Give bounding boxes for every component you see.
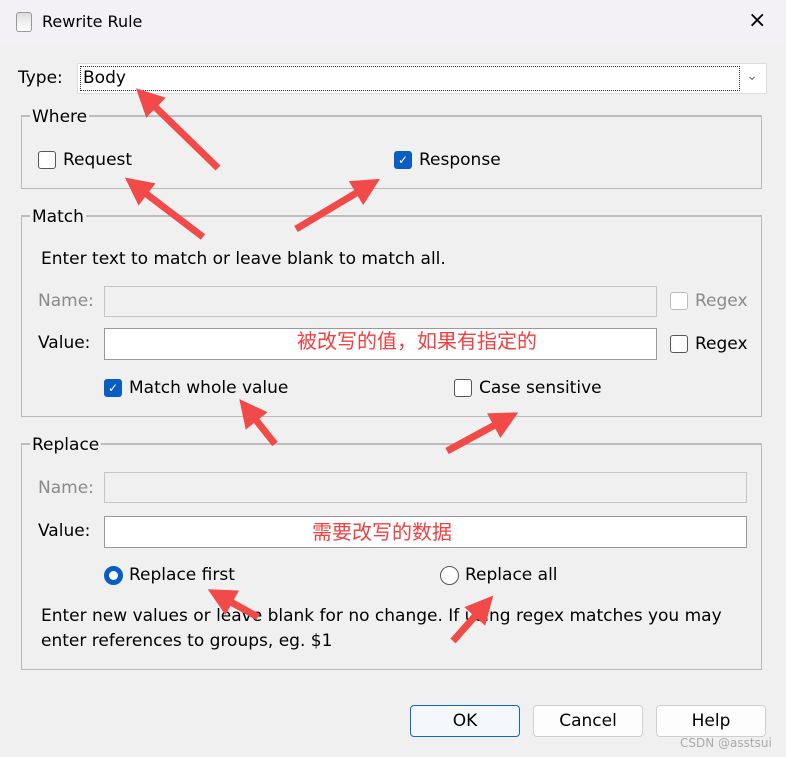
- arrow-replace-first: [207, 589, 260, 621]
- arrow-type: [135, 88, 221, 171]
- arrow-request: [124, 177, 206, 240]
- arrow-response: [294, 178, 381, 233]
- annotation-arrows: [124, 88, 519, 644]
- arrow-match-whole: [239, 399, 278, 447]
- arrow-replace-all: [450, 595, 494, 644]
- arrow-case-sensitive: [445, 412, 519, 455]
